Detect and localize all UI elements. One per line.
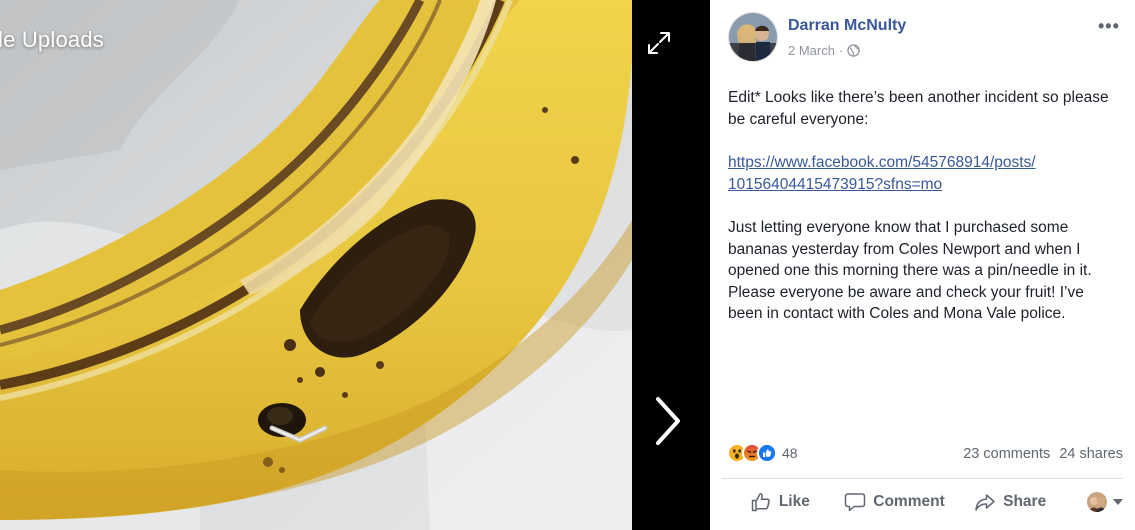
photo-viewer: le Uploads	[0, 0, 710, 530]
share-label: Share	[1003, 493, 1047, 510]
expand-icon[interactable]	[646, 30, 672, 56]
viewer-avatar	[1087, 492, 1107, 512]
thumbs-up-icon	[750, 491, 772, 513]
comments-count[interactable]: 23 comments	[963, 446, 1050, 462]
like-reaction-icon	[757, 443, 777, 463]
post-meta: 2 March ·	[788, 43, 861, 58]
comment-button[interactable]: Comment	[834, 480, 956, 524]
reaction-count: 48	[782, 445, 798, 461]
post-panel: Darran McNulty 2 March · ••• Edit* Looks…	[710, 0, 1135, 530]
avatar[interactable]	[728, 12, 778, 62]
comment-label: Comment	[873, 493, 945, 510]
post-link-line-1[interactable]: https://www.facebook.com/545768914/posts…	[728, 152, 1120, 174]
like-button[interactable]: Like	[730, 480, 830, 524]
post-actions: Like Comment Share	[722, 480, 1123, 524]
reactions-summary[interactable]: 48	[727, 443, 798, 463]
share-button[interactable]: Share	[955, 480, 1065, 524]
post-text: Edit* Looks like there’s been another in…	[728, 87, 1120, 325]
shares-count[interactable]: 24 shares	[1059, 446, 1123, 462]
post-body: Just letting everyone know that I purcha…	[728, 219, 1092, 322]
caret-down-icon	[1113, 499, 1123, 505]
edit-note: Edit* Looks like there’s been another in…	[728, 89, 1109, 128]
comment-bubble-icon	[844, 491, 866, 513]
like-label: Like	[778, 493, 810, 510]
share-arrow-icon	[974, 491, 996, 513]
more-options-icon[interactable]: •••	[1098, 16, 1120, 37]
engagement-stats: 23 comments 24 shares	[963, 446, 1123, 462]
album-title[interactable]: le Uploads	[0, 27, 104, 53]
actions-divider	[722, 478, 1123, 479]
author-name[interactable]: Darran McNulty	[788, 17, 906, 35]
react-as-selector[interactable]	[1087, 492, 1123, 512]
chevron-right-icon[interactable]	[650, 395, 684, 447]
post-link-line-2[interactable]: 10156404415473915?sfns=mo	[728, 174, 1120, 196]
banana-photo[interactable]	[0, 0, 632, 530]
meta-separator: ·	[838, 43, 844, 58]
globe-icon[interactable]	[847, 44, 861, 57]
banana-photo-image	[0, 0, 632, 530]
post-date[interactable]: 2 March	[788, 43, 835, 58]
